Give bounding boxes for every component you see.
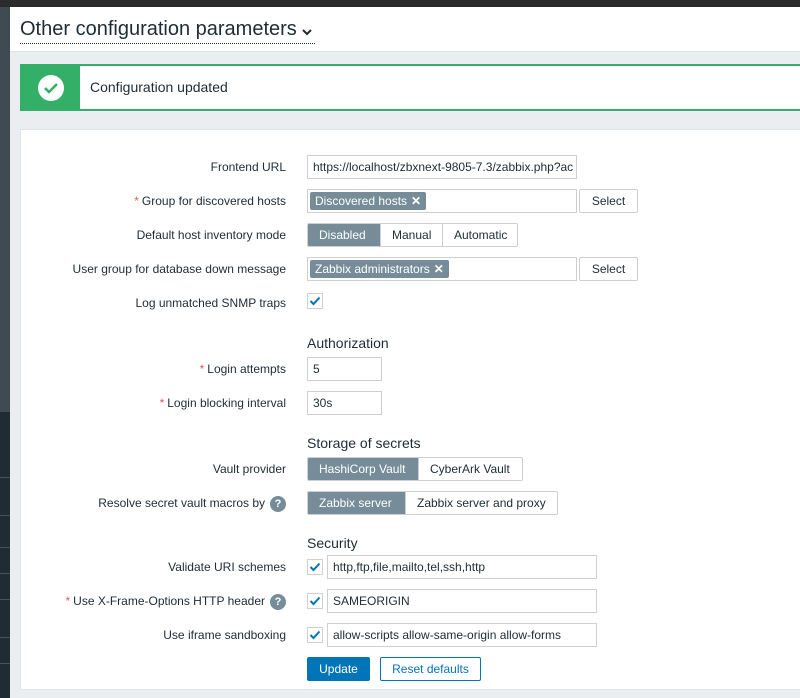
login-block-input[interactable]: 30s [307, 391, 382, 415]
vault-macros-label: Resolve secret vault macros by? [98, 496, 286, 512]
config-form: Frontend URL https://localhost/zbxnext-9… [20, 129, 800, 690]
inventory-mode-disabled[interactable]: Disabled [308, 224, 380, 246]
message-text: Configuration updated [90, 79, 228, 95]
vault-macros-server[interactable]: Zabbix server [308, 492, 405, 514]
alert-usrgrp-select-button[interactable]: Select [579, 257, 638, 281]
vault-provider-label: Vault provider [212, 462, 286, 476]
inventory-mode-radio: Disabled Manual Automatic [307, 223, 518, 247]
main-content: Other configuration parameters Configura… [10, 7, 800, 698]
alert-usrgrp-tag: Zabbix administrators ✕ [310, 260, 449, 278]
login-attempts-label: * Login attempts [199, 362, 286, 376]
vault-provider-radio: HashiCorp Vault CyberArk Vault [307, 457, 523, 481]
success-message: Configuration updated [20, 64, 800, 111]
page-header: Other configuration parameters [10, 7, 800, 52]
authorization-heading: Authorization [307, 335, 389, 351]
frontend-url-label: Frontend URL [210, 160, 286, 174]
iframe-sandboxing-input[interactable]: allow-scripts allow-same-origin allow-fo… [327, 623, 597, 647]
login-block-label: * Login blocking interval [159, 396, 286, 410]
uri-schemes-input[interactable]: http,ftp,file,mailto,tel,ssh,http [327, 555, 597, 579]
sidebar-edge [0, 7, 10, 698]
vault-macros-radio: Zabbix server Zabbix server and proxy [307, 491, 558, 515]
page-title-dropdown[interactable]: Other configuration parameters [20, 17, 315, 44]
vault-macros-server-proxy[interactable]: Zabbix server and proxy [405, 492, 557, 514]
discovery-group-tag: Discovered hosts ✕ [310, 192, 427, 210]
x-frame-label: * Use X-Frame-Options HTTP header? [65, 594, 286, 610]
inventory-mode-automatic[interactable]: Automatic [442, 224, 517, 246]
vault-provider-hashicorp[interactable]: HashiCorp Vault [308, 458, 418, 480]
checkmark-icon [309, 296, 321, 306]
inventory-mode-manual[interactable]: Manual [380, 224, 442, 246]
success-icon-box [22, 66, 80, 109]
vault-provider-cyberark[interactable]: CyberArk Vault [418, 458, 522, 480]
reset-defaults-button[interactable]: Reset defaults [380, 657, 481, 681]
top-bar [0, 0, 800, 7]
alert-usrgrp-label: User group for database down message [72, 262, 286, 276]
uri-schemes-label: Validate URI schemes [168, 560, 286, 574]
alert-usrgrp-multiselect[interactable]: Zabbix administrators ✕ [307, 257, 577, 281]
check-circle-icon [38, 75, 64, 101]
uri-schemes-checkbox[interactable] [307, 559, 323, 575]
x-frame-checkbox[interactable] [307, 593, 323, 609]
snmptrap-label: Log unmatched SNMP traps [135, 296, 286, 310]
remove-tag-icon[interactable]: ✕ [411, 194, 421, 208]
login-attempts-input[interactable]: 5 [307, 357, 382, 381]
checkmark-icon [309, 596, 321, 606]
iframe-sandboxing-label: Use iframe sandboxing [163, 628, 286, 642]
help-icon[interactable]: ? [270, 496, 286, 512]
x-frame-input[interactable]: SAMEORIGIN [327, 589, 597, 613]
security-heading: Security [307, 535, 358, 551]
discovery-group-select-button[interactable]: Select [579, 189, 638, 213]
storage-heading: Storage of secrets [307, 435, 421, 451]
checkmark-icon [309, 630, 321, 640]
frontend-url-input[interactable]: https://localhost/zbxnext-9805-7.3/zabbi… [307, 155, 577, 179]
discovery-group-label: * Group for discovered hosts [134, 194, 286, 208]
remove-tag-icon[interactable]: ✕ [434, 262, 444, 276]
iframe-sandboxing-checkbox[interactable] [307, 627, 323, 643]
checkmark-icon [309, 562, 321, 572]
snmptrap-checkbox[interactable] [307, 293, 323, 309]
chevron-down-icon [299, 22, 315, 38]
help-icon[interactable]: ? [270, 594, 286, 610]
page-title: Other configuration parameters [20, 18, 297, 40]
inventory-mode-label: Default host inventory mode [136, 228, 286, 242]
discovery-group-multiselect[interactable]: Discovered hosts ✕ [307, 189, 577, 213]
update-button[interactable]: Update [307, 657, 370, 681]
